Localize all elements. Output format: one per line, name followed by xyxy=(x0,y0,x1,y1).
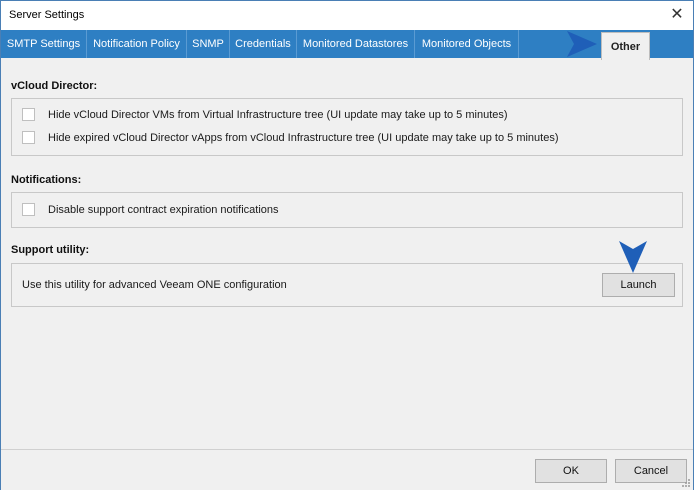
tab-snmp[interactable]: SNMP xyxy=(187,30,230,58)
title-bar: Server Settings ✕ xyxy=(1,1,693,30)
support-utility-group: Use this utility for advanced Veeam ONE … xyxy=(11,263,683,307)
tab-smtp-settings[interactable]: SMTP Settings xyxy=(1,30,87,58)
annotation-arrows xyxy=(466,31,647,273)
hide-expired-vapps-label: Hide expired vCloud Director vApps from … xyxy=(48,132,559,144)
notifications-section-title: Notifications: xyxy=(11,174,82,186)
close-icon[interactable]: ✕ xyxy=(667,5,687,25)
tab-credentials[interactable]: Credentials xyxy=(230,30,297,58)
vcloud-options-group: Hide vCloud Director VMs from Virtual In… xyxy=(11,98,683,156)
ok-button[interactable]: OK xyxy=(535,459,607,483)
dialog-footer: OK Cancel xyxy=(1,449,693,490)
tab-notification-policy[interactable]: Notification Policy xyxy=(87,30,187,58)
tab-monitored-objects[interactable]: Monitored Objects xyxy=(415,30,519,58)
tab-monitored-datastores[interactable]: Monitored Datastores xyxy=(297,30,415,58)
tab-other[interactable]: Other xyxy=(601,32,650,60)
vcloud-section-title: vCloud Director: xyxy=(11,80,98,92)
cancel-button[interactable]: Cancel xyxy=(615,459,687,483)
disable-support-notifications-label: Disable support contract expiration noti… xyxy=(48,204,279,216)
window-title: Server Settings xyxy=(9,9,85,21)
support-section-title: Support utility: xyxy=(11,244,90,256)
tab-spacer xyxy=(519,30,601,58)
hide-vcloud-vms-checkbox[interactable] xyxy=(22,108,35,121)
notifications-options-group: Disable support contract expiration noti… xyxy=(11,192,683,228)
disable-support-notifications-checkbox[interactable] xyxy=(22,203,35,216)
server-settings-dialog: Server Settings ✕ SMTP Settings Notifica… xyxy=(0,0,694,490)
tab-bar: SMTP Settings Notification Policy SNMP C… xyxy=(1,30,693,60)
hide-expired-vapps-checkbox[interactable] xyxy=(22,131,35,144)
launch-button[interactable]: Launch xyxy=(602,273,675,297)
hide-vcloud-vms-label: Hide vCloud Director VMs from Virtual In… xyxy=(48,109,508,121)
resize-grip-icon[interactable] xyxy=(681,478,691,488)
support-utility-description: Use this utility for advanced Veeam ONE … xyxy=(22,279,287,291)
